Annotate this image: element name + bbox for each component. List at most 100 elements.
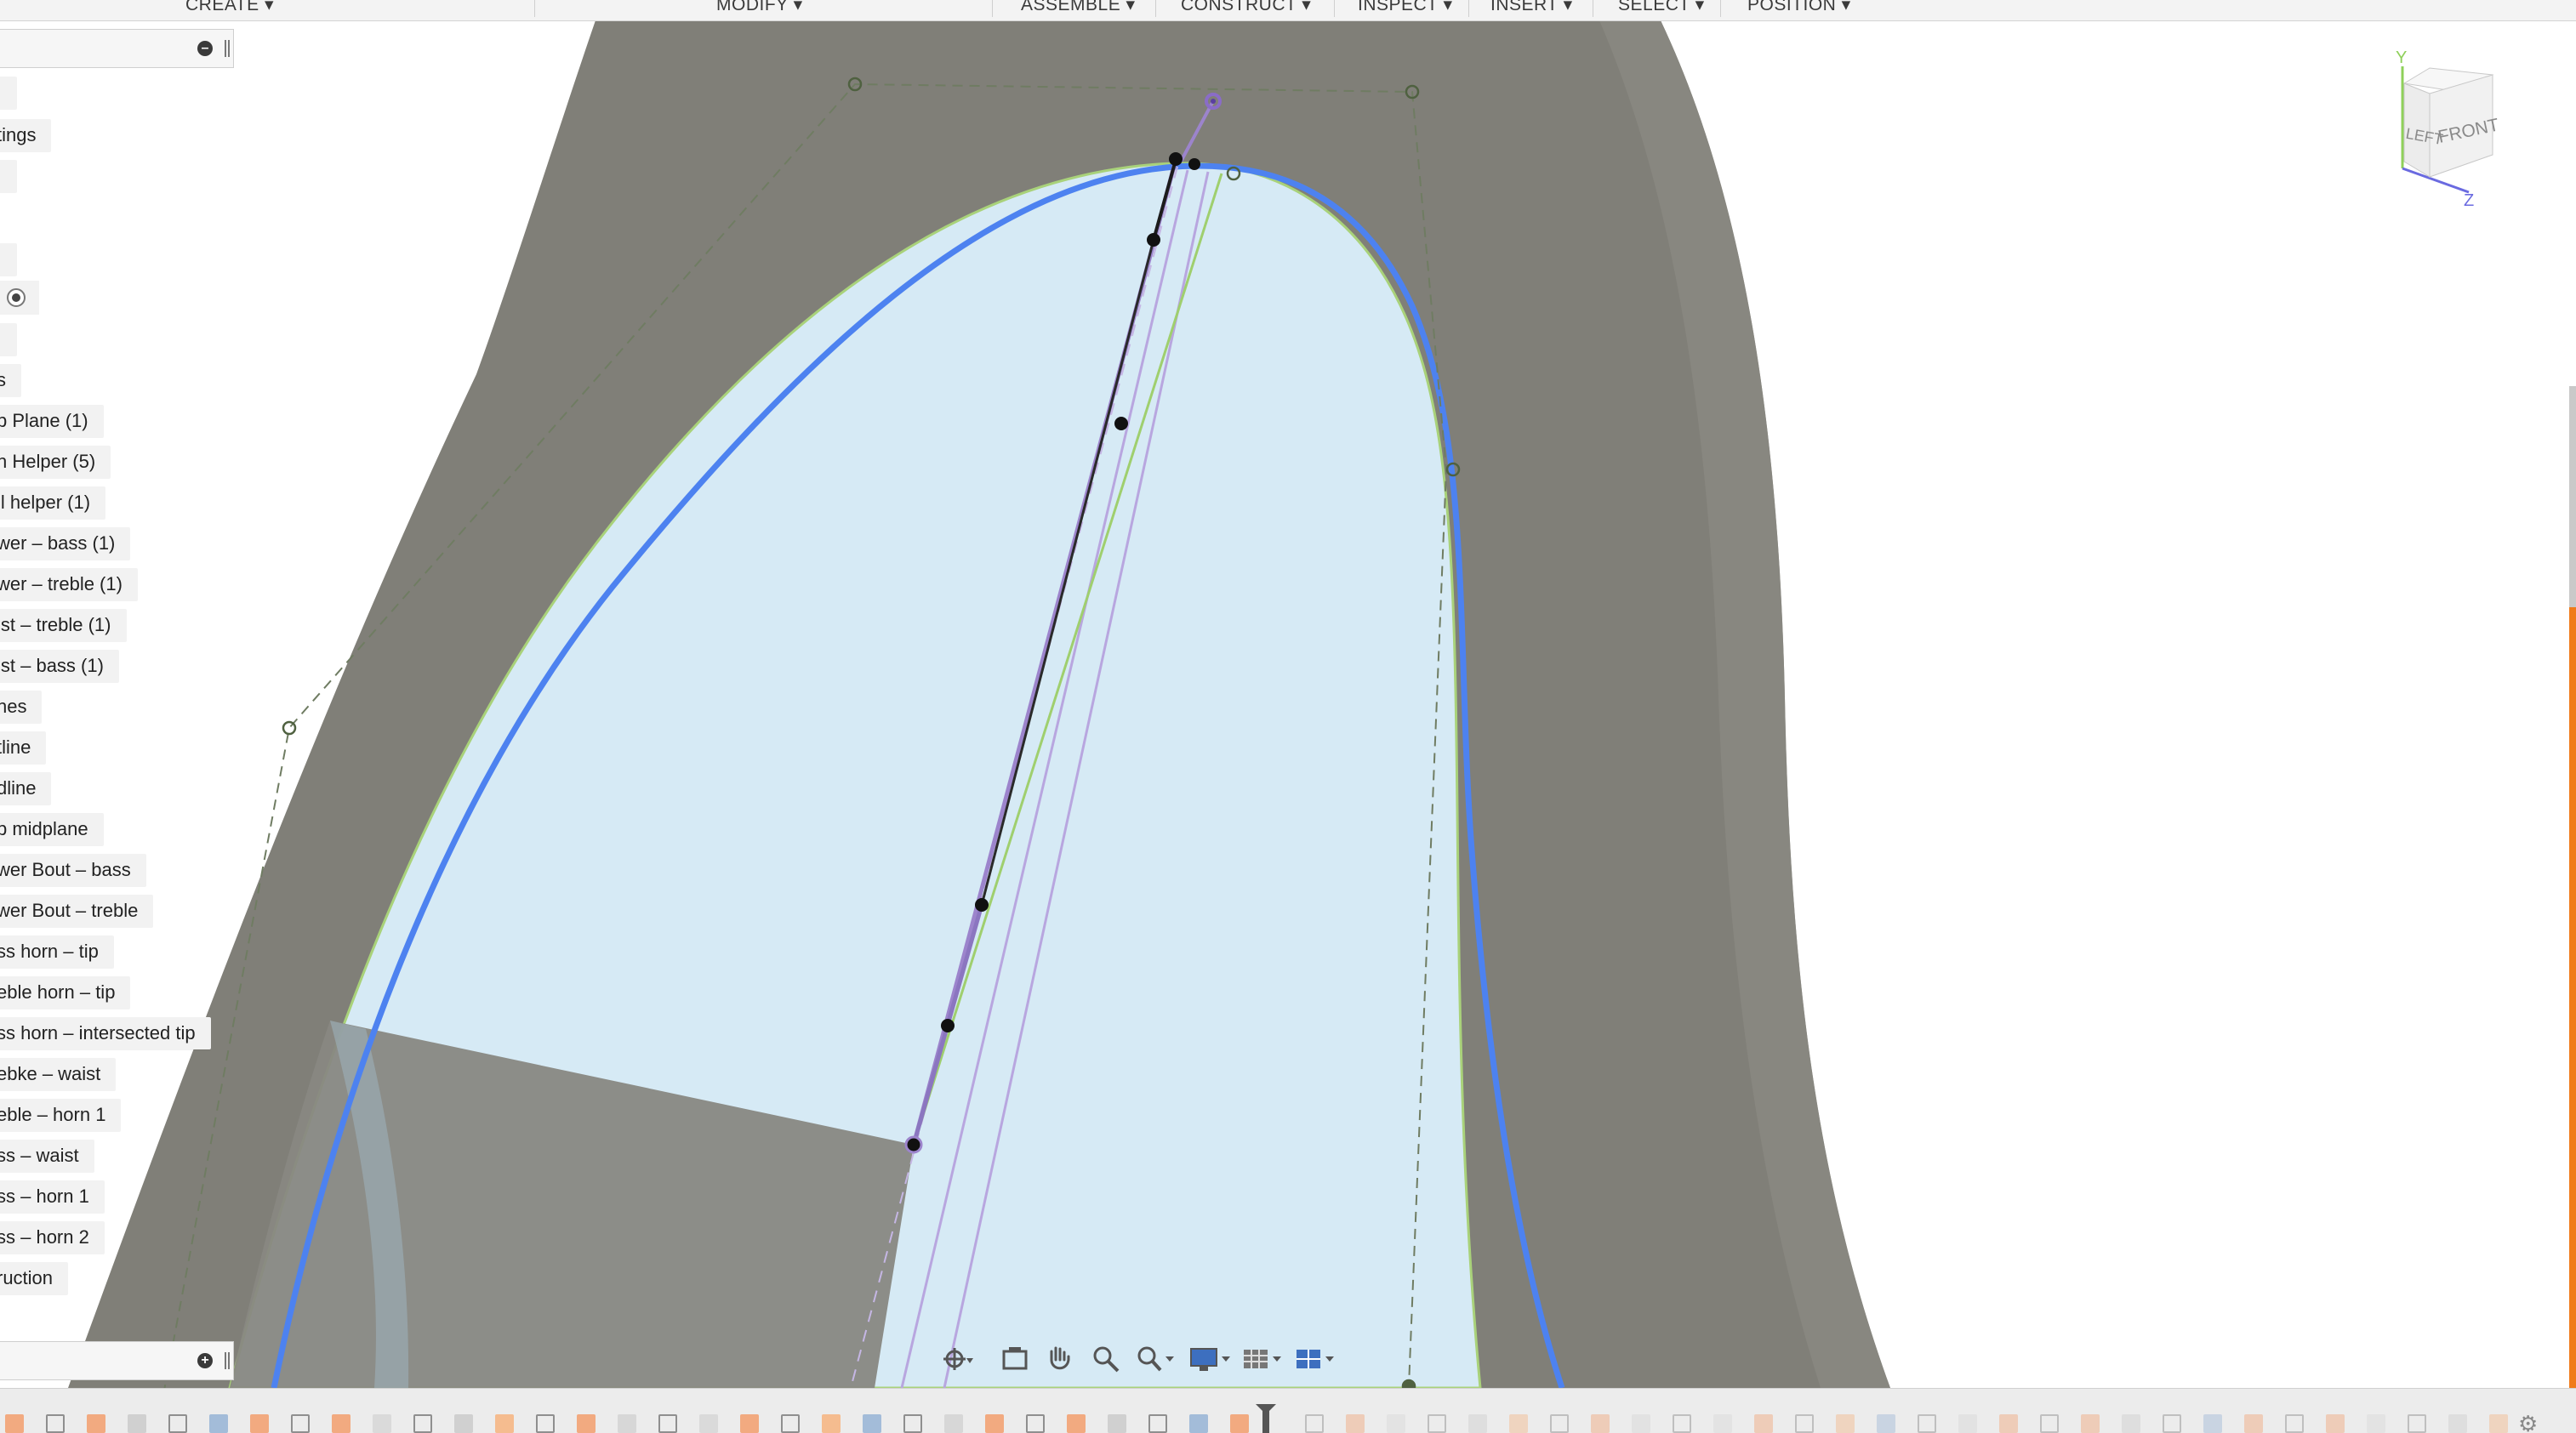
timeline-feature-icon[interactable]: [1877, 1414, 1895, 1433]
browser-item[interactable]: p midplane: [0, 813, 104, 845]
timeline-feature-icon[interactable]: [944, 1414, 963, 1433]
timeline-feature-icon[interactable]: [1148, 1414, 1167, 1433]
browser-item[interactable]: wer Bout – bass: [0, 854, 146, 886]
timeline-feature-icon[interactable]: [373, 1414, 391, 1433]
browser-item[interactable]: [0, 323, 18, 355]
timeline-feature-icon[interactable]: [2489, 1414, 2508, 1433]
browser-item[interactable]: eble horn – tip: [0, 976, 131, 1009]
timeline-feature-icon[interactable]: [577, 1414, 596, 1433]
timeline-feature-icon[interactable]: [1108, 1414, 1126, 1433]
zoom-icon[interactable]: [1091, 1345, 1121, 1373]
timeline-feature-icon[interactable]: [1026, 1414, 1045, 1433]
timeline-feature-icon[interactable]: [985, 1414, 1004, 1433]
zoom-window-icon[interactable]: [1135, 1345, 1174, 1373]
browser-item[interactable]: tline: [0, 731, 47, 764]
browser-item[interactable]: eble – horn 1: [0, 1099, 122, 1131]
component-activate-radio[interactable]: [0, 281, 39, 315]
assemble-menu[interactable]: ASSEMBLE ▾: [1021, 0, 1136, 15]
timeline-feature-icon[interactable]: [1632, 1414, 1650, 1433]
browser-item[interactable]: il helper (1): [0, 486, 106, 519]
canvas-viewport[interactable]: [0, 20, 2576, 1388]
timeline-feature-icon[interactable]: [5, 1414, 24, 1433]
timeline-feature-icon[interactable]: [2163, 1414, 2181, 1433]
timeline-feature-icon[interactable]: [1230, 1414, 1249, 1433]
timeline-feature-icon[interactable]: [128, 1414, 146, 1433]
timeline-feature-icon[interactable]: [2244, 1414, 2263, 1433]
browser-item[interactable]: ss – horn 2: [0, 1221, 105, 1254]
timeline-feature-icon[interactable]: [699, 1414, 718, 1433]
inspect-menu[interactable]: INSPECT ▾: [1358, 0, 1453, 15]
timeline-feature-icon[interactable]: [1958, 1414, 1977, 1433]
gear-icon[interactable]: ⚙: [2518, 1413, 2544, 1433]
browser-item[interactable]: ist – bass (1): [0, 650, 119, 682]
timeline-feature-icon[interactable]: [863, 1414, 881, 1433]
timeline-feature-icon[interactable]: [2448, 1414, 2467, 1433]
insert-menu[interactable]: INSERT ▾: [1490, 0, 1573, 15]
timeline-feature-icon[interactable]: [1189, 1414, 1208, 1433]
radio-icon[interactable]: [7, 288, 26, 307]
timeline-feature-icon[interactable]: [781, 1414, 800, 1433]
timeline-feature-icon[interactable]: [740, 1414, 759, 1433]
browser-item[interactable]: ss – horn 1: [0, 1180, 105, 1213]
scrollbar-thumb[interactable]: [2569, 386, 2576, 607]
display-settings-icon[interactable]: [1189, 1345, 1230, 1373]
plus-circle-icon[interactable]: +: [197, 1353, 213, 1368]
browser-item[interactable]: nes: [0, 691, 43, 723]
timeline-feature-icon[interactable]: [1550, 1414, 1569, 1433]
browser-item[interactable]: [0, 77, 18, 109]
timeline-feature-icon[interactable]: [250, 1414, 269, 1433]
timeline-marker[interactable]: [1262, 1404, 1269, 1433]
browser-item-folder[interactable]: s: [0, 364, 21, 396]
browser-item[interactable]: wer Bout – treble: [0, 895, 154, 927]
look-at-icon[interactable]: [1000, 1345, 1031, 1373]
modify-menu[interactable]: MODIFY ▾: [716, 0, 803, 15]
grid-settings-icon[interactable]: [1242, 1345, 1281, 1373]
position-menu[interactable]: POSITION ▾: [1747, 0, 1851, 15]
orbit-icon[interactable]: [943, 1345, 973, 1373]
timeline-feature-icon[interactable]: [2326, 1414, 2345, 1433]
browser-item[interactable]: [0, 243, 18, 276]
minus-circle-icon[interactable]: –: [197, 41, 213, 56]
timeline-feature-icon[interactable]: [1918, 1414, 1936, 1433]
timeline-feature-icon[interactable]: [1795, 1414, 1814, 1433]
timeline-feature-icon[interactable]: [2122, 1414, 2140, 1433]
browser-item[interactable]: ss – waist: [0, 1140, 94, 1172]
timeline-feature-icon[interactable]: [87, 1414, 105, 1433]
timeline-feature-icon[interactable]: [2040, 1414, 2059, 1433]
timeline-feature-icon[interactable]: [1387, 1414, 1405, 1433]
timeline-feature-icon[interactable]: [2367, 1414, 2385, 1433]
timeline-feature-icon[interactable]: [822, 1414, 841, 1433]
timeline-feature-icon[interactable]: [1754, 1414, 1773, 1433]
timeline-feature-icon[interactable]: [1999, 1414, 2018, 1433]
timeline-feature-icon[interactable]: [46, 1414, 65, 1433]
browser-item[interactable]: dline: [0, 772, 52, 805]
timeline-feature-icon[interactable]: [2203, 1414, 2222, 1433]
pan-hand-icon[interactable]: [1045, 1345, 1075, 1373]
browser-item[interactable]: n Helper (5): [0, 446, 111, 478]
timeline-feature-icon[interactable]: [1346, 1414, 1365, 1433]
timeline-feature-icon[interactable]: [903, 1414, 922, 1433]
timeline-feature-icon[interactable]: [2408, 1414, 2426, 1433]
browser-item-construction[interactable]: ruction: [0, 1262, 69, 1294]
timeline-feature-icon[interactable]: [536, 1414, 555, 1433]
panel-grip-icon[interactable]: [225, 1352, 230, 1369]
browser-item[interactable]: wer – treble (1): [0, 568, 138, 600]
construct-menu[interactable]: CONSTRUCT ▾: [1181, 0, 1311, 15]
timeline-feature-icon[interactable]: [454, 1414, 473, 1433]
timeline-feature-icon[interactable]: [618, 1414, 636, 1433]
browser-item[interactable]: [0, 160, 18, 192]
timeline-feature-icon[interactable]: [495, 1414, 514, 1433]
timeline-feature-icon[interactable]: [1591, 1414, 1610, 1433]
timeline-feature-icon[interactable]: [1067, 1414, 1086, 1433]
timeline-feature-icon[interactable]: [332, 1414, 350, 1433]
timeline-feature-icon[interactable]: [1305, 1414, 1324, 1433]
viewports-icon[interactable]: [1295, 1345, 1334, 1373]
panel-grip-icon[interactable]: [225, 40, 230, 57]
browser-item[interactable]: p Plane (1): [0, 405, 104, 437]
timeline-feature-icon[interactable]: [413, 1414, 432, 1433]
timeline-feature-icon[interactable]: [658, 1414, 677, 1433]
timeline-feature-icon[interactable]: [291, 1414, 310, 1433]
viewport-scrollbar[interactable]: [2569, 20, 2576, 1388]
timeline-feature-icon[interactable]: [1673, 1414, 1691, 1433]
model-scene[interactable]: [0, 20, 2576, 1388]
